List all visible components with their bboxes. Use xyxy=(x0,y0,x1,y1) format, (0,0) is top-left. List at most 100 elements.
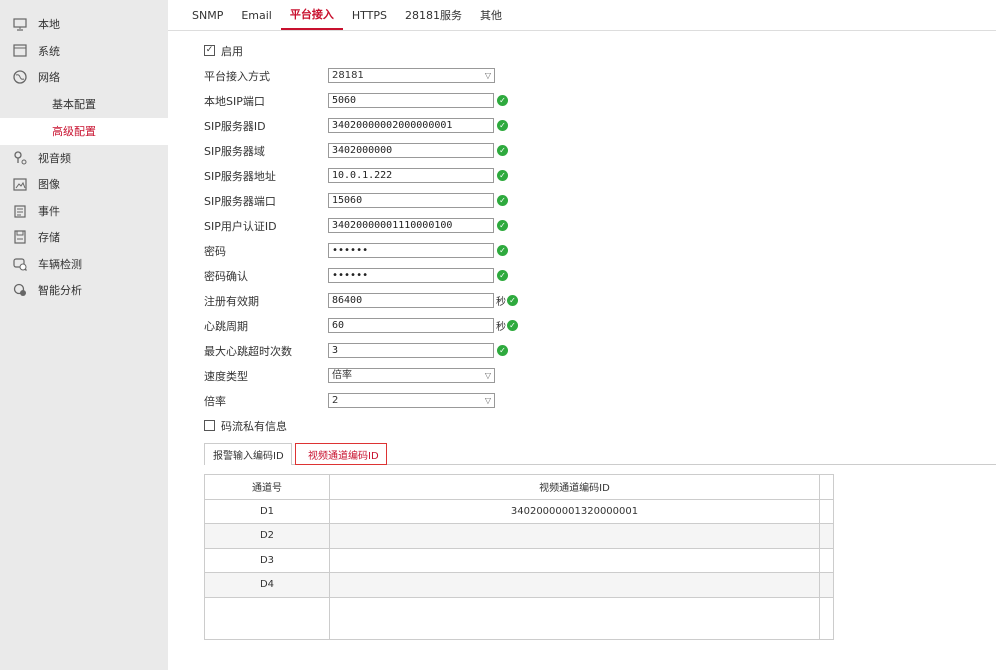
sip-server-id-input[interactable]: 34020000002000000001 xyxy=(328,118,494,133)
sidebar-item-network[interactable]: 网络 xyxy=(0,64,168,91)
chevron-down-icon: ▽ xyxy=(484,71,491,80)
sip-server-addr-row: SIP服务器地址 10.0.1.222 ✓ xyxy=(204,163,524,188)
tab-email[interactable]: Email xyxy=(232,0,281,30)
globe-icon xyxy=(12,69,28,85)
local-sip-port-row: 本地SIP端口 5060 ✓ xyxy=(204,88,524,113)
enable-checkbox[interactable]: ✓ xyxy=(204,45,215,56)
code-cell[interactable] xyxy=(330,573,820,597)
row-spacer xyxy=(820,549,833,573)
sidebar-item-label: 车辆检测 xyxy=(38,257,82,271)
rate-value: 2 xyxy=(332,395,339,406)
code-cell[interactable] xyxy=(330,524,820,548)
id-subtabs: 报警输入编码ID 视频通道编码ID xyxy=(204,443,996,465)
rate-label: 倍率 xyxy=(204,394,226,408)
max-heartbeat-timeout-input[interactable]: 3 xyxy=(328,343,494,358)
tab-https[interactable]: HTTPS xyxy=(343,0,396,30)
sidebar-item-system[interactable]: 系统 xyxy=(0,38,168,65)
channel-table: 通道号 视频通道编码ID D1 34020000001320000001 D2 … xyxy=(204,474,834,640)
sidebar-subitem-basic-config[interactable]: 基本配置 xyxy=(0,91,168,118)
sidebar-item-storage[interactable]: 存储 xyxy=(0,224,168,251)
sidebar-item-audio-video[interactable]: 视音频 xyxy=(0,145,168,172)
heartbeat-period-row: 心跳周期 60 秒 ✓ xyxy=(204,313,524,338)
header-scroll xyxy=(820,475,833,499)
header-code: 视频通道编码ID xyxy=(330,475,820,499)
access-mode-select[interactable]: 28181 ▽ xyxy=(328,68,495,83)
sidebar-item-image[interactable]: 图像 xyxy=(0,171,168,198)
table-row[interactable]: D1 34020000001320000001 xyxy=(205,499,833,524)
register-validity-row: 注册有效期 86400 秒 ✓ xyxy=(204,288,524,313)
tab-other[interactable]: 其他 xyxy=(471,0,511,30)
password-label: 密码 xyxy=(204,244,226,258)
password-input[interactable]: •••••• xyxy=(328,243,494,258)
table-row[interactable]: D3 xyxy=(205,548,833,573)
tab-28181-service[interactable]: 28181服务 xyxy=(396,0,471,30)
check-icon: ✓ xyxy=(497,245,508,256)
config-tabs: SNMP Email 平台接入 HTTPS 28181服务 其他 xyxy=(168,0,996,31)
check-icon: ✓ xyxy=(497,345,508,356)
speed-type-select[interactable]: 倍率 ▽ xyxy=(328,368,495,383)
header-channel: 通道号 xyxy=(205,475,330,499)
tab-video-channel-id[interactable]: 视频通道编码ID xyxy=(295,443,387,465)
enable-row: ✓ 启用 xyxy=(204,38,524,63)
sidebar-item-label: 智能分析 xyxy=(38,284,82,298)
code-cell[interactable] xyxy=(330,548,820,572)
heartbeat-period-label: 心跳周期 xyxy=(204,319,248,333)
speed-type-label: 速度类型 xyxy=(204,369,248,383)
heartbeat-period-input[interactable]: 60 xyxy=(328,318,494,333)
sip-server-addr-input[interactable]: 10.0.1.222 xyxy=(328,168,494,183)
sidebar: 本地 系统 网络 基本配置 高级配置 视音频 图像 事件 存储 车辆检测 智能分… xyxy=(0,0,168,670)
access-mode-value: 28181 xyxy=(332,70,364,81)
sip-user-auth-id-input[interactable]: 34020000001110000100 xyxy=(328,218,494,233)
local-sip-port-label: 本地SIP端口 xyxy=(204,94,265,108)
sidebar-item-smart-analysis[interactable]: 智能分析 xyxy=(0,277,168,304)
monitor-icon xyxy=(12,16,28,32)
tab-platform-access[interactable]: 平台接入 xyxy=(280,0,343,30)
row-spacer xyxy=(820,524,833,548)
password-confirm-label: 密码确认 xyxy=(204,269,248,283)
channel-cell: D1 xyxy=(205,499,330,523)
check-icon: ✓ xyxy=(497,145,508,156)
check-icon: ✓ xyxy=(497,195,508,206)
sidebar-item-label: 存储 xyxy=(38,231,60,245)
tab-alarm-input-id[interactable]: 报警输入编码ID xyxy=(204,443,292,465)
channel-cell: D2 xyxy=(205,524,330,548)
chevron-down-icon: ▽ xyxy=(484,396,491,405)
enable-label: 启用 xyxy=(221,44,243,58)
sip-server-domain-row: SIP服务器域 3402000000 ✓ xyxy=(204,138,524,163)
sidebar-subitem-advanced-config[interactable]: 高级配置 xyxy=(0,117,168,145)
sidebar-item-label: 事件 xyxy=(38,204,60,218)
channel-cell: D3 xyxy=(205,548,330,572)
channel-cell: D4 xyxy=(205,573,330,597)
check-icon: ✓ xyxy=(497,220,508,231)
sidebar-item-label: 图像 xyxy=(38,178,60,192)
sidebar-item-local[interactable]: 本地 xyxy=(0,11,168,38)
check-icon: ✓ xyxy=(497,95,508,106)
password-confirm-input[interactable]: •••••• xyxy=(328,268,494,283)
rate-row: 倍率 2 ▽ xyxy=(204,388,524,413)
table-row[interactable]: D2 xyxy=(205,524,833,549)
local-sip-port-input[interactable]: 5060 xyxy=(328,93,494,108)
register-validity-input[interactable]: 86400 xyxy=(328,293,494,308)
sidebar-item-vehicle-detect[interactable]: 车辆检测 xyxy=(0,251,168,278)
check-icon: ✓ xyxy=(507,295,518,306)
check-icon: ✓ xyxy=(497,120,508,131)
tab-snmp[interactable]: SNMP xyxy=(183,0,232,30)
table-row[interactable]: D4 xyxy=(205,573,833,598)
check-icon: ✓ xyxy=(497,170,508,181)
stream-private-checkbox[interactable] xyxy=(204,420,215,431)
storage-icon xyxy=(12,229,28,245)
sip-server-port-label: SIP服务器端口 xyxy=(204,194,276,208)
sip-server-port-input[interactable]: 15060 xyxy=(328,193,494,208)
sidebar-item-event[interactable]: 事件 xyxy=(0,198,168,225)
register-validity-label: 注册有效期 xyxy=(204,294,259,308)
chevron-down-icon: ▽ xyxy=(484,371,491,380)
sip-user-auth-id-label: SIP用户认证ID xyxy=(204,219,277,233)
window-icon xyxy=(12,43,28,59)
access-mode-label: 平台接入方式 xyxy=(204,69,270,83)
sidebar-item-label: 网络 xyxy=(38,71,60,85)
sip-server-domain-input[interactable]: 3402000000 xyxy=(328,143,494,158)
password-row: 密码 •••••• ✓ xyxy=(204,238,524,263)
code-cell[interactable]: 34020000001320000001 xyxy=(330,499,820,523)
event-icon xyxy=(12,203,28,219)
rate-select[interactable]: 2 ▽ xyxy=(328,393,495,408)
